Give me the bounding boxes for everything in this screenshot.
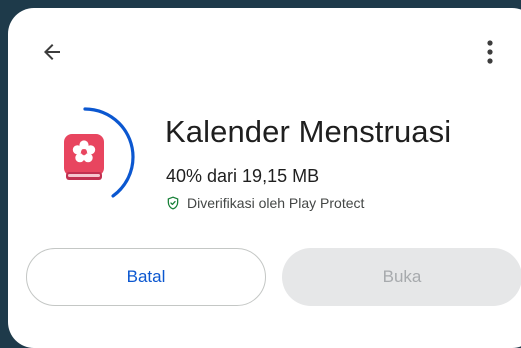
verified-label: Diverifikasi oleh Play Protect bbox=[187, 195, 365, 211]
open-button[interactable]: Buka bbox=[282, 248, 521, 306]
shield-check-icon bbox=[166, 196, 180, 210]
app-title: Kalender Menstruasi bbox=[165, 114, 452, 149]
back-button[interactable] bbox=[34, 34, 70, 70]
more-vert-icon bbox=[487, 40, 493, 64]
app-icon-with-progress bbox=[32, 104, 138, 210]
flower-book-icon bbox=[64, 134, 104, 180]
play-protect-verified: Diverifikasi oleh Play Protect bbox=[166, 195, 364, 211]
app-install-card: Kalender Menstruasi 40% dari 19,15 MB Di… bbox=[8, 8, 521, 348]
download-progress-text: 40% dari 19,15 MB bbox=[166, 166, 320, 186]
arrow-back-icon bbox=[44, 44, 60, 60]
more-options-button[interactable] bbox=[478, 34, 502, 70]
cancel-button[interactable]: Batal bbox=[26, 248, 266, 306]
